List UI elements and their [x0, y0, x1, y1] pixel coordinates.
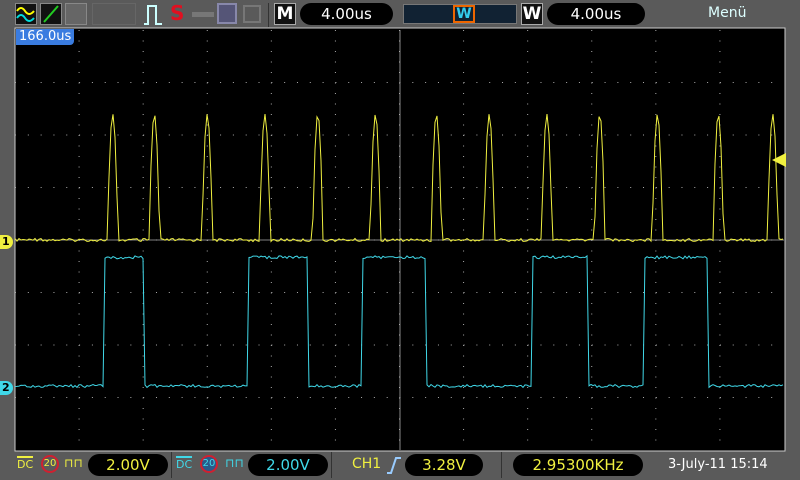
print-icon[interactable] — [243, 5, 261, 23]
main-timebase-label[interactable]: M — [274, 3, 296, 25]
divider — [501, 452, 502, 478]
main-timebase-value[interactable]: 4.00us — [300, 3, 393, 25]
trigger-source[interactable]: CH1 — [352, 456, 381, 472]
status-slot — [92, 3, 136, 25]
frequency-counter: 2.95300KHz — [513, 454, 643, 476]
ch2-coupling[interactable]: DC — [176, 456, 193, 471]
save-icon[interactable] — [217, 3, 237, 24]
pulse-icon[interactable] — [142, 2, 164, 30]
window-timebase-value[interactable]: 4.00us — [547, 3, 645, 25]
math-icon[interactable] — [40, 3, 62, 25]
ch2-bw-limit[interactable]: 20 — [200, 455, 218, 473]
window-timebase-label[interactable]: W — [521, 3, 543, 25]
ch1-bw-limit[interactable]: 20 — [41, 455, 59, 473]
trigger-position-readout[interactable]: 166.0us — [16, 29, 75, 45]
ref-icon[interactable] — [65, 3, 87, 25]
ch1-invert-icon[interactable]: ⊓⊓ — [64, 456, 83, 470]
key-icon — [192, 12, 214, 17]
window-overview[interactable]: W — [403, 4, 517, 24]
rising-edge-icon — [386, 455, 402, 479]
datetime: 3-July-11 15:14 — [668, 457, 768, 472]
waveform-display[interactable] — [0, 0, 800, 480]
window-position-marker[interactable]: W — [453, 5, 475, 23]
divider — [268, 3, 269, 27]
ch1-coupling[interactable]: DC — [17, 456, 34, 471]
ch1-volts-div[interactable]: 2.00V — [88, 454, 168, 476]
channels-icon[interactable] — [15, 3, 37, 25]
trigger-level[interactable]: 3.28V — [405, 454, 483, 476]
ch2-volts-div[interactable]: 2.00V — [248, 454, 328, 476]
ch2-invert-icon[interactable]: ⊓⊓ — [225, 456, 244, 470]
menu-button[interactable]: Menü — [708, 5, 746, 21]
divider — [171, 452, 172, 478]
stop-icon[interactable]: S — [170, 1, 184, 25]
divider — [331, 452, 332, 478]
